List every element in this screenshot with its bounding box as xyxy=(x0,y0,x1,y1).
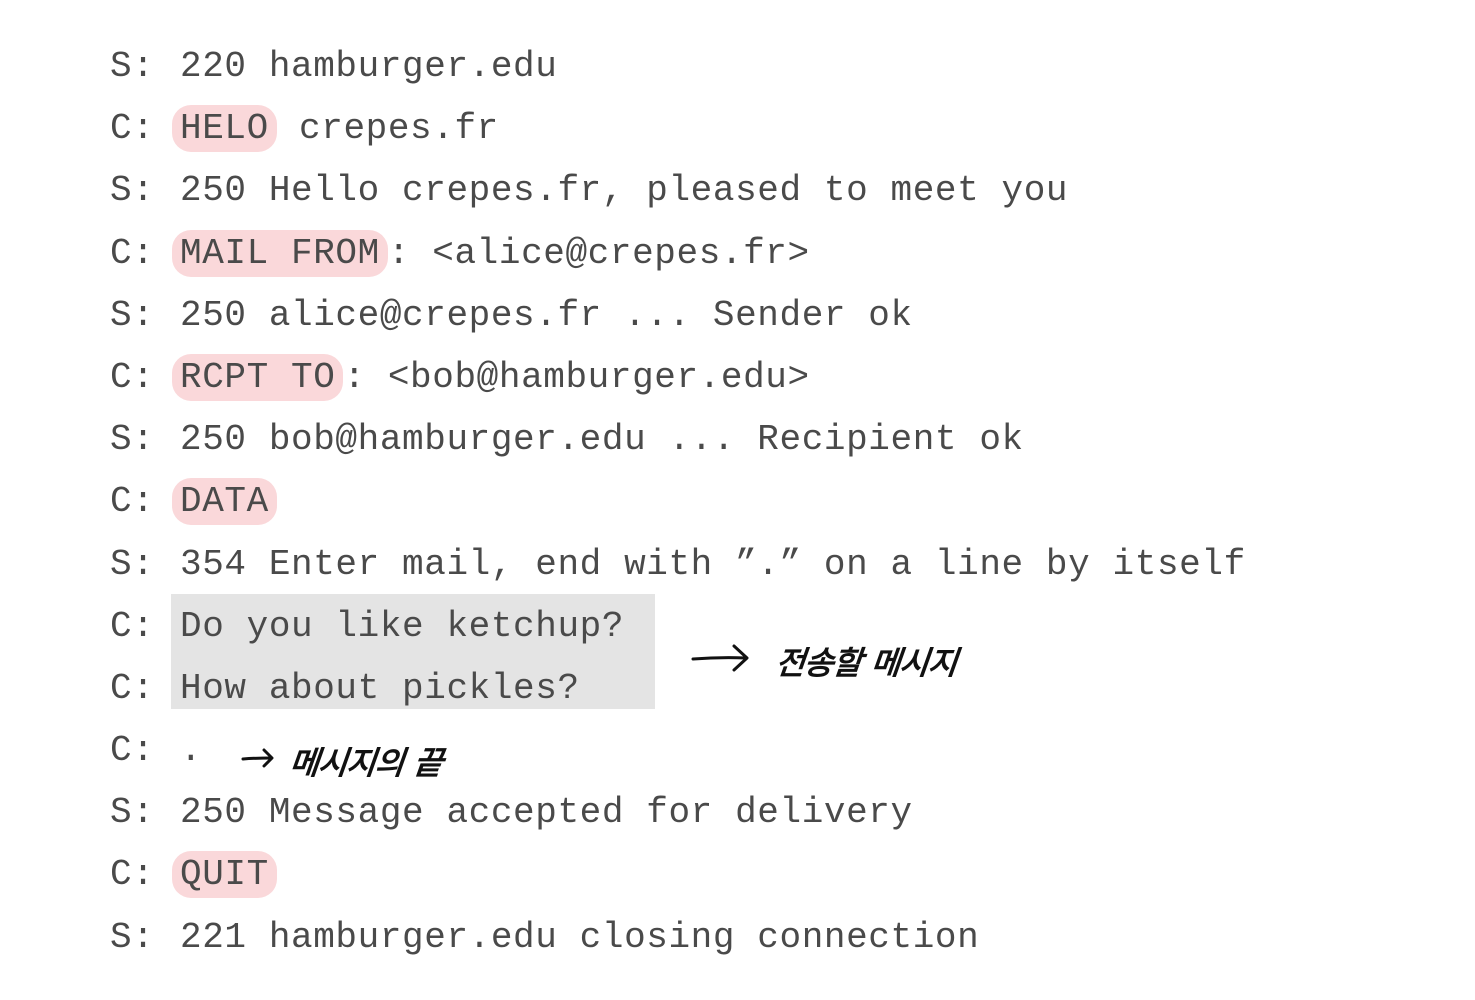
speaker-label: C: xyxy=(110,605,155,647)
speaker-label: C: xyxy=(110,108,155,150)
line-text: 354 Enter mail, end with ”.” on a line b… xyxy=(180,543,1246,585)
command-keyword-data: DATA xyxy=(172,478,277,526)
transcript-line: S: 221 hamburger.edu closing connection xyxy=(110,907,1450,969)
transcript-line: S: 220 hamburger.edu xyxy=(110,36,1450,98)
message-line: How about pickles? xyxy=(180,667,580,709)
transcript-line: S: 250 Message accepted for delivery xyxy=(110,782,1450,844)
speaker-label: C: xyxy=(110,481,155,523)
speaker-label: C: xyxy=(110,730,155,772)
speaker-label: S: xyxy=(110,419,155,461)
transcript-line: S: 354 Enter mail, end with ”.” on a line… xyxy=(110,534,1450,596)
speaker-label: S: xyxy=(110,170,155,212)
speaker-label: S: xyxy=(110,543,155,585)
line-text: 250 alice@crepes.fr ... Sender ok xyxy=(180,294,913,336)
command-keyword-quit: QUIT xyxy=(172,851,277,899)
speaker-label: C: xyxy=(110,356,155,398)
message-line: Do you like ketchup? xyxy=(180,605,625,647)
speaker-label: S: xyxy=(110,792,155,834)
transcript-line: C: HELO crepes.fr xyxy=(110,98,1450,160)
speaker-label: S: xyxy=(110,294,155,336)
line-text: 220 hamburger.edu xyxy=(180,46,558,87)
transcript-line: C: MAIL FROM: <alice@crepes.fr> xyxy=(110,223,1450,285)
speaker-label: S: xyxy=(110,916,155,958)
command-keyword-mail-from: MAIL FROM xyxy=(172,229,388,277)
speaker-label: S: xyxy=(110,46,155,87)
speaker-label: C: xyxy=(110,232,155,274)
end-annotation-label: 메시지의 끝 xyxy=(287,744,445,782)
line-text: 250 bob@hamburger.edu ... Recipient ok xyxy=(180,419,1024,461)
smtp-transcript: S: 220 hamburger.edu C: HELO crepes.fr S: 2… xyxy=(110,36,1450,969)
command-keyword-rcpt-to: RCPT TO xyxy=(172,353,344,401)
transcript-line: C: QUIT xyxy=(110,844,1450,906)
transcript-line: C: DATA xyxy=(110,471,1450,533)
line-text: 250 Hello crepes.fr, pleased to meet you xyxy=(180,170,1069,212)
message-annotation-label: 전송할 메시지 xyxy=(773,644,959,682)
line-text: : <bob@hamburger.edu> xyxy=(343,356,810,398)
transcript-line: C: RCPT TO: <bob@hamburger.edu> xyxy=(110,347,1450,409)
speaker-label: C: xyxy=(110,854,155,896)
end-of-message-dot: . xyxy=(180,730,203,772)
transcript-line: S: 250 bob@hamburger.edu ... Recipient ok xyxy=(110,409,1450,471)
line-text: crepes.fr xyxy=(276,108,499,150)
arrow-right-icon xyxy=(241,748,274,768)
transcript-line: S: 250 Hello crepes.fr, pleased to meet y… xyxy=(110,160,1450,222)
command-keyword-helo: HELO xyxy=(172,105,277,153)
line-text: : <alice@crepes.fr> xyxy=(387,232,810,274)
line-text: 221 hamburger.edu closing connection xyxy=(180,916,980,958)
transcript-line: S: 250 alice@crepes.fr ... Sender ok xyxy=(110,285,1450,347)
arrow-right-icon xyxy=(691,644,749,672)
speaker-label: C: xyxy=(110,667,155,709)
line-text: 250 Message accepted for delivery xyxy=(180,792,913,834)
